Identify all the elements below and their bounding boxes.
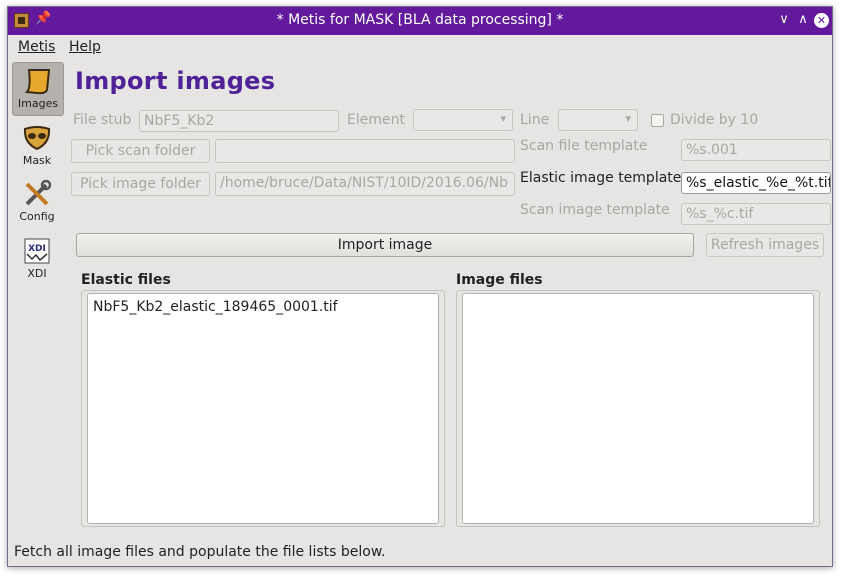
sidebar-item-mask[interactable]: Mask (12, 120, 62, 170)
svg-text:XDI: XDI (28, 244, 46, 254)
sidebar-item-label: Mask (22, 154, 52, 167)
scan-image-template-label: Scan image template (520, 202, 670, 218)
scan-file-template-label: Scan file template (520, 138, 648, 154)
title-bar[interactable]: 📌 * Metis for MASK [BLA data processing]… (8, 7, 832, 35)
config-icon (25, 179, 52, 206)
app-window: 📌 * Metis for MASK [BLA data processing]… (7, 6, 833, 567)
scan-image-template-field[interactable]: %s_%c.tif (681, 203, 831, 225)
elastic-files-list[interactable]: NbF5_Kb2_elastic_189465_0001.tif (87, 293, 439, 524)
xdi-icon: XDI (24, 238, 50, 264)
chevron-up-icon[interactable]: ∧ (794, 11, 812, 29)
import-image-button[interactable]: Import image (76, 233, 694, 257)
page-title: Import images (75, 67, 276, 95)
file-stub-label: File stub (73, 112, 132, 128)
menu-help[interactable]: Help (69, 39, 101, 55)
window-title: * Metis for MASK [BLA data processing] * (276, 12, 564, 28)
divide-by-10-checkbox[interactable] (651, 114, 664, 127)
image-files-list[interactable] (462, 293, 814, 524)
images-icon (24, 69, 51, 95)
divide-by-10-label: Divide by 10 (670, 112, 759, 128)
sidebar-item-images[interactable]: Images (12, 62, 64, 116)
sidebar-item-label: Config (19, 210, 55, 223)
pick-image-folder-button[interactable]: Pick image folder (71, 172, 210, 196)
elastic-image-template-label: Elastic image template (520, 170, 682, 186)
chevron-down-icon: ▾ (625, 112, 631, 125)
line-label: Line (520, 112, 550, 128)
scan-folder-field[interactable] (215, 139, 515, 163)
element-select[interactable]: ▾ (413, 109, 513, 131)
sidebar-item-label: Images (17, 97, 59, 110)
scan-file-template-field[interactable]: %s.001 (681, 139, 831, 161)
menu-metis-label: Metis (18, 39, 56, 55)
status-text: Fetch all image files and populate the f… (14, 544, 386, 560)
menu-bar: Metis Help (8, 35, 832, 59)
element-label: Element (347, 112, 405, 128)
close-icon[interactable]: ✕ (814, 13, 829, 28)
chevron-down-icon: ▾ (500, 112, 506, 125)
mask-icon (23, 126, 51, 151)
sidebar-item-config[interactable]: Config (12, 176, 62, 226)
elastic-image-template-field[interactable]: %s_elastic_%e_%t.tif (681, 172, 831, 194)
list-item[interactable]: NbF5_Kb2_elastic_189465_0001.tif (93, 299, 338, 315)
refresh-images-button[interactable]: Refresh images (706, 233, 824, 257)
menu-metis[interactable]: Metis (18, 39, 55, 55)
elastic-files-title: Elastic files (81, 272, 171, 288)
image-folder-field[interactable]: /home/bruce/Data/NIST/10ID/2016.06/Nb (215, 172, 515, 196)
chevron-down-icon[interactable]: ∨ (775, 11, 793, 29)
menu-help-label: Help (69, 39, 101, 55)
sidebar-item-xdi[interactable]: XDI XDI (12, 233, 62, 283)
file-stub-field[interactable]: NbF5_Kb2 (139, 110, 339, 132)
pick-scan-folder-button[interactable]: Pick scan folder (71, 139, 210, 163)
sidebar-item-label: XDI (27, 267, 47, 280)
line-select[interactable]: ▾ (558, 109, 638, 131)
image-files-title: Image files (456, 272, 543, 288)
